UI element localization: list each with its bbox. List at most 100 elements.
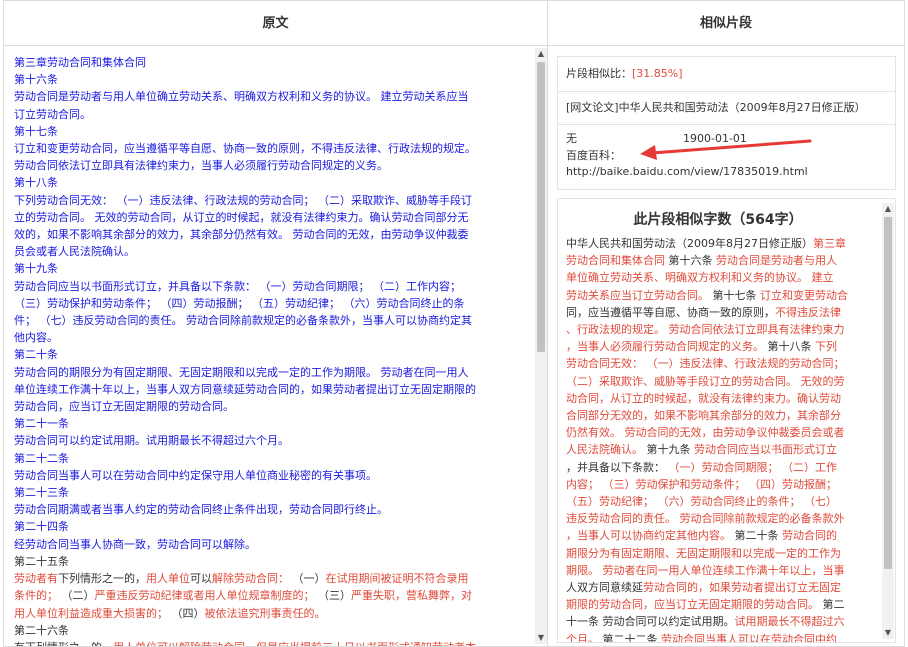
- text-segment: 第三章: [813, 237, 846, 250]
- text-segment: 第二十五条: [14, 554, 69, 568]
- text-segment: 订立和变更劳动合: [760, 288, 848, 302]
- similar-text-line: 内容； （三）劳动保护和劳动条件； （四）劳动报酬；: [566, 476, 870, 493]
- original-text-line: 劳动合同是劳动者与用人单位确立劳动关系、明确双方权利和义务的协议。 建立劳动关系…: [14, 88, 524, 105]
- original-text-line: 第三章劳动合同和集体合同: [14, 54, 524, 71]
- similar-text-line: 违反劳动合同的责任。 劳动合同除前款规定的必备条款外: [566, 510, 870, 527]
- original-text-line: 劳动合同当事人可以在劳动合同中约定保守用人单位商业秘密的有关事项。: [14, 467, 524, 484]
- original-text-line: 第十九条: [14, 260, 524, 277]
- original-text-line: 第二十六条: [14, 622, 524, 639]
- text-segment: 劳动合同无效：: [566, 357, 643, 371]
- original-text-header: 原文: [4, 1, 547, 46]
- text-segment: 人民法院确认。: [566, 443, 643, 457]
- text-segment: 第二十条: [731, 529, 782, 543]
- text-segment: （二）采取欺诈、威胁等手段订立的劳动合同。 无效的劳: [566, 374, 845, 388]
- scroll-down-arrow-icon[interactable]: ▼: [882, 627, 894, 639]
- similar-text-line: 期限的劳动合同，应当订立无固定期限的劳动合同。 第二: [566, 596, 870, 613]
- text-segment: 单位确立劳动关系、明确双方权利和义务的协议。 建立: [566, 271, 834, 285]
- original-text-line: 劳动合同，应当订立无固定期限的劳动合同。: [14, 398, 524, 415]
- text-segment: 个月。: [566, 632, 599, 643]
- similar-detail-scrollbar[interactable]: ▲ ▼: [882, 203, 894, 639]
- original-text-panel: 原文 第三章劳动合同和集体合同 第十六条劳动合同是劳动者与用人单位确立劳动关系、明…: [3, 0, 548, 647]
- text-segment: 效的，如果不影响其余部分的效力，其余部分仍然有效。 劳动合同的无效，由劳动争议仲…: [14, 228, 469, 242]
- similar-fragment-header: 相似片段: [548, 1, 904, 46]
- text-segment: 用人单位: [146, 572, 190, 586]
- similar-text-line: 期限分为有固定期限、无固定期限和以完成一定的工作为: [566, 545, 870, 562]
- original-text-line: 下列劳动合同无效： （一）违反法律、行政法规的劳动合同； （二）采取欺诈、威胁等…: [14, 192, 524, 209]
- similar-text-line: ，并具备以下条款： （一）劳动合同期限； （二）工作: [566, 459, 870, 476]
- original-text-content: 第三章劳动合同和集体合同 第十六条劳动合同是劳动者与用人单位确立劳动关系、明确双方…: [14, 54, 524, 646]
- text-segment: 劳动合同应当以书面形式订立，并具备以下条款： （一）劳动合同期限； （二）工作内…: [14, 279, 461, 293]
- text-segment: 单位连续工作满十年以上，当事人双方同意续延劳动合同的，如果劳动者提出订立无固定期…: [14, 382, 476, 396]
- original-text-line: 订立和变更劳动合同，应当遵循平等自愿、协商一致的原则，不得违反法律、行政法规的规…: [14, 140, 524, 157]
- original-text-scrollbar[interactable]: ▲ ▼: [535, 48, 547, 644]
- source-title: [网文论文]中华人民共和国劳动法（2009年8月27日修正版）: [566, 101, 866, 114]
- text-segment: 他内容。: [14, 331, 58, 345]
- text-segment: 合同部分无效的，如果不影响其余部分的效力，其余部分: [566, 409, 841, 423]
- text-segment: 第十九条: [14, 262, 58, 276]
- similar-text-line: 劳动关系应当订立劳动合同。 第十七条 订立和变更劳动合: [566, 287, 870, 304]
- source-url[interactable]: http://baike.baidu.com/view/17835019.htm…: [566, 164, 887, 181]
- text-segment: 第十九条: [643, 443, 694, 457]
- text-segment: （三）劳动保护和劳动条件； （四）劳动报酬； （五）劳动纪律； （六）劳动合同终…: [14, 296, 465, 310]
- scroll-up-arrow-icon[interactable]: ▲: [882, 203, 894, 215]
- text-segment: 严重违反劳动纪律或者用人单位规章制度的；: [94, 589, 315, 603]
- text-segment: 劳动合同应当以书面形式订立: [694, 443, 837, 457]
- text-segment: 同，应当遵循平等自愿、协商一致的原则，: [566, 305, 775, 319]
- text-segment: （三）: [314, 589, 351, 603]
- text-segment: 内容； （三）劳动保护和劳动条件； （四）劳动报酬；: [566, 477, 837, 491]
- scrollbar-thumb[interactable]: [884, 217, 892, 569]
- text-segment: 有下列情形之一的，: [14, 641, 113, 646]
- original-text-line: 第二十三条: [14, 484, 524, 501]
- text-segment: 第十六条: [14, 73, 58, 87]
- similar-text-line: 单位确立劳动关系、明确双方权利和义务的协议。 建立: [566, 269, 870, 286]
- original-text-body: 第三章劳动合同和集体合同 第十六条劳动合同是劳动者与用人单位确立劳动关系、明确双方…: [4, 46, 547, 646]
- text-segment: 第二十三条: [14, 486, 69, 500]
- text-segment: 订立劳动合同。: [14, 107, 91, 121]
- text-segment: （五）劳动纪律； （六）劳动合同终止的条件； （七）: [566, 495, 837, 509]
- text-segment: 劳动合同依法订立即具有法律约束力，当事人必须履行劳动合同规定的义务。: [14, 159, 388, 173]
- text-segment: 劳动合同的，如果劳动者提出订立无固定: [643, 581, 841, 595]
- original-text-line: 第十六条: [14, 71, 524, 88]
- text-segment: 下列: [815, 340, 837, 354]
- text-segment: 严重失职，营私舞弊，对: [351, 589, 472, 603]
- original-text-line: 订立劳动合同。: [14, 106, 524, 123]
- similar-char-count-title: 此片段相似字数（564字）: [633, 212, 803, 228]
- text-segment: 劳动合同期满或者当事人约定的劳动合同终止条件出现，劳动合同即行终止。: [14, 503, 388, 517]
- original-text-line: 第十七条: [14, 123, 524, 140]
- text-segment: 劳动合同和集体合同: [566, 254, 665, 268]
- similar-text-line: 、行政法规的规定。 劳动合同依法订立即具有法律约束力: [566, 321, 870, 338]
- text-segment: 下列情形之一的，: [58, 572, 146, 586]
- original-text-line: 第二十一条: [14, 415, 524, 432]
- scroll-up-arrow-icon[interactable]: ▲: [535, 48, 547, 60]
- original-text-line: 经劳动合同当事人协商一致，劳动合同可以解除。: [14, 536, 524, 553]
- scrollbar-thumb[interactable]: [537, 62, 545, 352]
- similar-text-line: 期限。 劳动者在同一用人单位连续工作满十年以上，当事: [566, 562, 870, 579]
- scroll-down-arrow-icon[interactable]: ▼: [535, 632, 547, 644]
- similar-text-line: ，当事人可以协商约定其他内容。 第二十条 劳动合同的: [566, 527, 870, 544]
- text-segment: 期限的劳动合同，应当订立无固定期限的劳动合同。: [566, 598, 819, 612]
- original-text-line: 他内容。: [14, 329, 524, 346]
- text-segment: 第十八条: [14, 176, 58, 190]
- text-segment: 动合同，从订立的时候起，就没有法律约束力。确认劳动: [566, 391, 841, 405]
- text-segment: 中华人民共和国劳动法（2009年8月27日修正版）: [566, 237, 813, 250]
- original-text-line: 第二十条: [14, 346, 524, 363]
- similarity-ratio-label: 片段相似比：: [566, 67, 632, 80]
- similar-text-line: ，当事人必须履行劳动合同规定的义务。 第十八条 下列: [566, 338, 870, 355]
- text-segment: 劳动合同是劳动者与用人单位确立劳动关系、明确双方权利和义务的协议。 建立劳动关系…: [14, 90, 469, 104]
- text-segment: 员会或者人民法院确认。: [14, 245, 135, 259]
- text-segment: 劳动合同当事人可以在劳动合同中约定保守用人单位商业秘密的有关事项。: [14, 468, 377, 482]
- similar-detail-box: 此片段相似字数（564字） 中华人民共和国劳动法（2009年8月27日修正版）第…: [557, 198, 896, 643]
- similar-text-line: 劳动合同无效： （一）违反法律、行政法规的劳动合同；: [566, 355, 870, 372]
- text-segment: 被依法追究刑事责任的。: [204, 606, 326, 620]
- text-segment: 第二: [819, 598, 845, 612]
- text-segment: 立的劳动合同。 无效的劳动合同，从订立的时候起，就没有法律约束力。确认劳动合同部…: [14, 210, 469, 224]
- original-text-line: 劳动合同应当以书面形式订立，并具备以下条款： （一）劳动合同期限； （二）工作内…: [14, 278, 524, 295]
- text-segment: 劳动者有: [14, 572, 58, 586]
- text-segment: 劳动合同可以约定试用期。试用期最长不得超过六个月。: [14, 434, 289, 448]
- text-segment: （二）: [58, 589, 95, 603]
- original-text-line: （三）劳动保护和劳动条件； （四）劳动报酬； （五）劳动纪律； （六）劳动合同终…: [14, 295, 524, 312]
- similar-text-line: （五）劳动纪律； （六）劳动合同终止的条件； （七）: [566, 493, 870, 510]
- text-segment: 期限。 劳动者在同一用人单位连续工作满十年以上，当事: [566, 563, 845, 577]
- similar-fragment-panel: 相似片段 片段相似比：[31.85%] [网文论文]中华人民共和国劳动法（200…: [547, 0, 905, 647]
- original-text-line: 第二十四条: [14, 518, 524, 535]
